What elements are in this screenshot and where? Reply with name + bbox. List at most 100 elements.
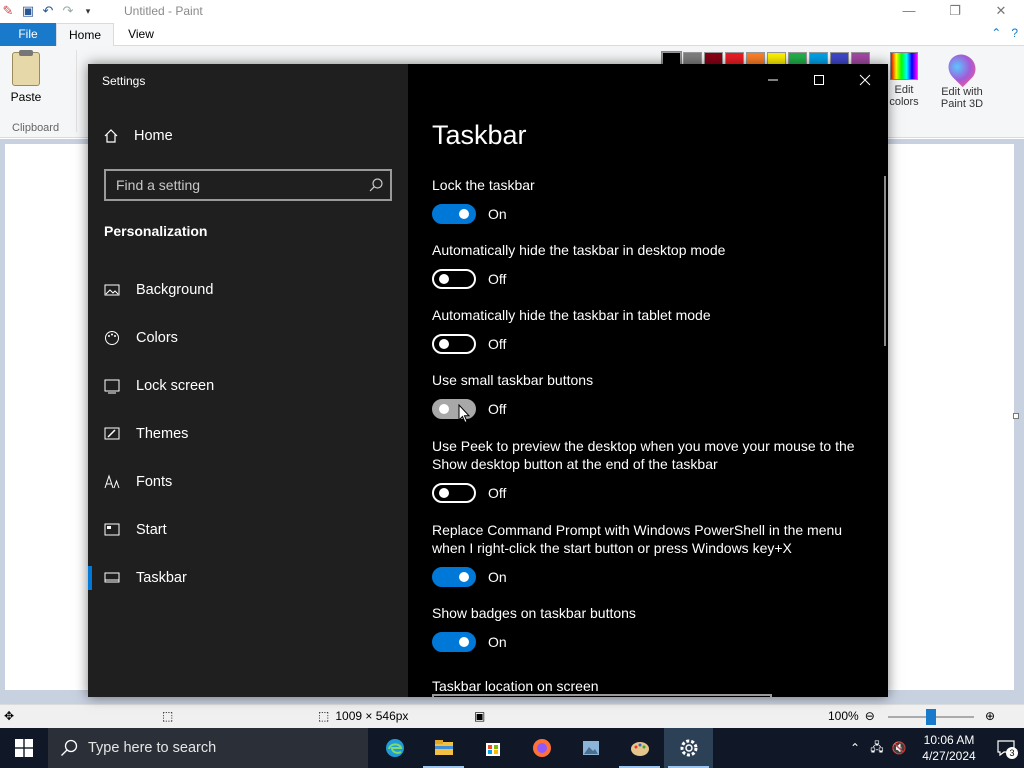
zoom-in-icon[interactable]: ⊕ [985,709,995,723]
toggle-switch[interactable] [432,483,476,503]
zoom-slider-thumb[interactable] [926,709,936,725]
edit-with-paint3d-label: Edit with Paint 3D [940,86,984,110]
tab-home[interactable]: Home [56,23,114,47]
toggle-row: On [432,567,872,587]
toggle-row: Off [432,334,872,354]
taskbar-location-dropdown[interactable] [432,694,772,697]
sidebar-item-background[interactable]: Background [88,266,408,314]
paint-status-bar: ✥ ⬚ ⬚ 1009 × 546px ▣ 100% ⊖ ⊕ [0,704,1024,728]
sidebar-item-label: Taskbar [136,570,187,586]
clock-time: 10:06 AM [923,733,975,747]
paint-window-controls: — ❐ ✕ [886,0,1024,23]
setting-option: Use Peek to preview the desktop when you… [432,437,872,503]
personalization-nav: Background Colors Lock screen Themes Fonts St… [88,266,408,602]
toggle-switch[interactable] [432,567,476,587]
windows-logo-icon [15,739,33,757]
save-icon[interactable]: ▣ [20,3,36,19]
taskbar-app-edge[interactable] [370,728,419,768]
sidebar-item-lock-screen[interactable]: Lock screen [88,362,408,410]
windows-taskbar: ⌃ 🖧 🔇 10:06 AM 4/27/2024 3 [0,728,1024,768]
image-size: ⬚ 1009 × 546px [318,709,408,723]
settings-window-title: Settings [102,74,146,88]
sidebar-item-colors[interactable]: Colors [88,314,408,362]
paint-minimize-button[interactable]: — [886,0,932,23]
toggle-switch[interactable] [432,269,476,289]
taskbar-app-settings-gear[interactable] [664,728,713,768]
toggle-row: On [432,632,872,652]
move-cursor-icon: ✥ [4,709,15,723]
taskbar-app-store[interactable] [468,728,517,768]
zoom-out-icon[interactable]: ⊖ [865,709,875,723]
edit-colors-icon [890,52,918,80]
toggle-switch[interactable] [432,632,476,652]
redo-icon[interactable]: ↷ [60,3,76,19]
toggle-state-label: On [488,569,507,585]
collapse-ribbon-icon[interactable]: ⌃ [991,26,1001,40]
sidebar-item-taskbar[interactable]: Taskbar [88,554,408,602]
zoom-level: 100% ⊖ [828,709,875,723]
home-link[interactable]: Home [104,128,173,144]
paint-window-title: Untitled - Paint [124,4,203,18]
file-size-icon: ▣ [474,709,486,723]
sidebar-item-label: Colors [136,330,178,346]
action-center-button[interactable]: 3 [988,739,1024,759]
help-icon[interactable]: ? [1011,26,1018,40]
paint-maximize-button[interactable]: ❐ [932,0,978,23]
toggle-knob [459,209,469,219]
content-scrollbar[interactable] [884,176,886,346]
edit-with-paint3d-button[interactable]: Edit with Paint 3D [934,48,990,110]
setting-label: Use Peek to preview the desktop when you… [432,438,855,472]
volume-muted-icon[interactable]: 🔇 [888,741,910,755]
start-button[interactable] [0,728,48,768]
find-setting-input[interactable] [116,176,356,194]
toggle-knob [459,572,469,582]
settings-gear-icon [680,739,697,757]
paste-button[interactable]: Paste [6,50,46,104]
zoom-value: 100% [828,709,859,723]
canvas-resize-handle[interactable] [1013,413,1019,419]
setting-label: Use small taskbar buttons [432,372,594,388]
tab-file[interactable]: File [0,23,56,46]
sidebar-item-themes[interactable]: Themes [88,410,408,458]
store-icon [485,743,500,756]
sidebar-item-label: Background [136,282,214,298]
brush-icon [104,427,120,440]
palette-icon [105,331,119,345]
taskbar-search-input[interactable] [88,740,348,756]
paint-close-button[interactable]: ✕ [978,0,1024,23]
edge-icon [385,739,404,757]
taskbar-app-firefox[interactable] [517,728,566,768]
show-hidden-icons-icon[interactable]: ⌃ [844,741,866,755]
toggle-switch[interactable] [432,334,476,354]
home-label: Home [134,128,173,144]
customize-qat-icon[interactable]: ▾ [80,3,96,19]
tab-view[interactable]: View [118,23,164,46]
cursor-position: ✥ [4,709,14,723]
toggle-knob [439,488,449,498]
setting-option: Show badges on taskbar buttons On [432,604,872,652]
firefox-icon [532,739,551,757]
taskbar-app-photos[interactable] [566,728,615,768]
taskbar-apps [370,728,713,768]
search-icon[interactable] [368,177,384,193]
edit-colors-button[interactable]: Edit colors [884,52,924,108]
taskbar-icon [104,572,120,583]
network-icon[interactable]: 🖧 [866,738,888,759]
sidebar-item-fonts[interactable]: Fonts [88,458,408,506]
home-icon [104,129,118,143]
toggle-switch[interactable] [432,204,476,224]
sidebar-item-label: Lock screen [136,378,215,394]
section-title: Personalization [104,223,208,239]
taskbar-app-paint[interactable] [615,728,664,768]
setting-option: Automatically hide the taskbar in tablet… [432,306,872,354]
taskbar-location-label: Taskbar location on screen [432,678,599,694]
toggle-state-label: Off [488,336,507,352]
paste-label: Paste [10,90,42,104]
setting-option: Replace Command Prompt with Windows Powe… [432,521,872,587]
toggle-row: Off [432,399,872,419]
clipboard-group-label: Clipboard [12,122,60,134]
clock[interactable]: 10:06 AM 4/27/2024 [910,732,988,764]
undo-icon[interactable]: ↶ [40,3,56,19]
sidebar-item-start[interactable]: Start [88,506,408,554]
taskbar-app-file-explorer[interactable] [419,728,468,768]
